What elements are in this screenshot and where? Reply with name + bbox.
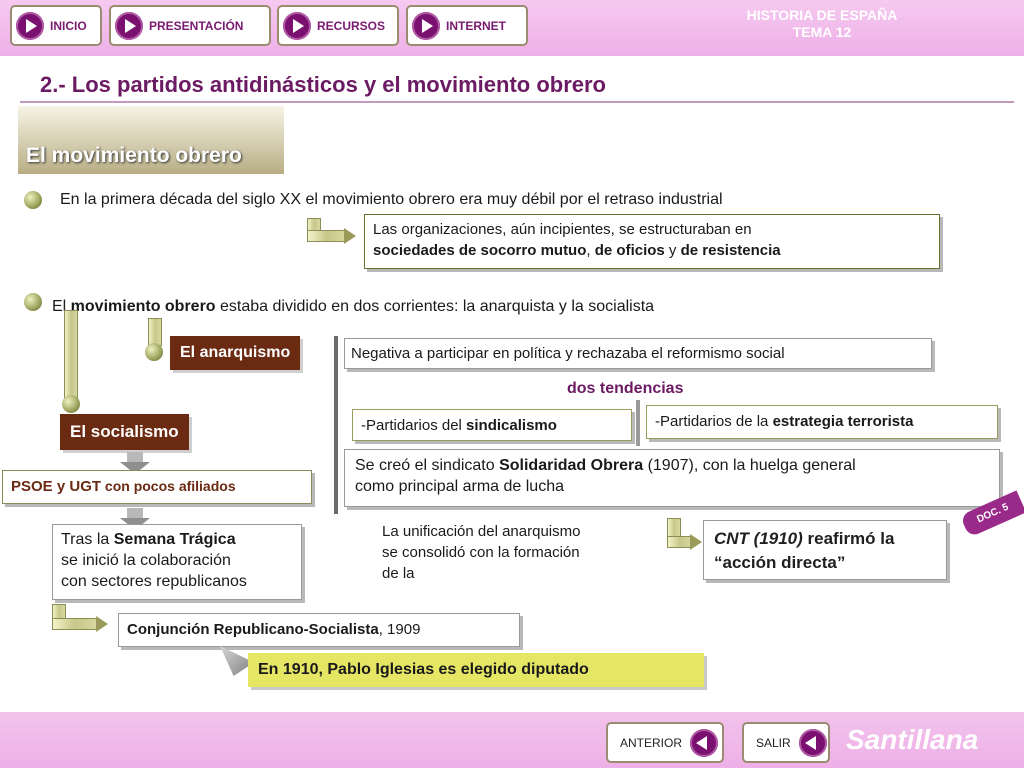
semana-tragica-text: Tras la Semana Trágica se inició la cola…	[61, 529, 293, 592]
nav-internet-label: INTERNET	[446, 18, 506, 33]
header-title: HISTORIA DE ESPAÑA TEMA 12	[722, 7, 922, 41]
conjuncion-box: Conjunción Republicano-Socialista, 1909	[118, 613, 520, 647]
conjuncion-year: , 1909	[378, 621, 421, 638]
cnt-c: “acción directa”	[714, 553, 846, 572]
anarquismo-label: El anarquismo	[170, 336, 301, 370]
nav-recursos-button[interactable]: RECURSOS	[277, 5, 399, 46]
st-term: Semana Trágica	[113, 531, 236, 548]
connector-icon	[52, 618, 98, 630]
point-2-b: movimiento obrero	[70, 298, 216, 315]
semana-tragica-box: Tras la Semana Trágica se inició la cola…	[52, 524, 302, 600]
unificacion-line3: de la	[382, 565, 415, 582]
connector-icon	[148, 318, 162, 346]
header-topic: TEMA 12	[792, 24, 852, 40]
conjuncion-text: Conjunción Republicano-Socialista, 1909	[127, 619, 511, 640]
nav-inicio-button[interactable]: INICIO	[10, 5, 102, 46]
so-a: Se creó el sindicato	[355, 457, 500, 474]
bullet-icon	[24, 293, 42, 311]
bullet-icon	[145, 343, 163, 361]
so-b: Solidaridad Obrera	[499, 457, 644, 474]
organizations-box: Las organizaciones, aún incipientes, se …	[364, 214, 940, 269]
connector-icon	[64, 310, 78, 400]
section-title: El movimiento obrero	[26, 144, 242, 167]
cnt-text: CNT (1910) reafirmó la “acción directa”	[714, 527, 936, 575]
nav-presentacion-label: PRESENTACIÓN	[149, 18, 244, 33]
conjuncion-name: Conjunción Republicano-Socialista	[127, 621, 379, 638]
play-icon	[283, 11, 311, 40]
salir-button[interactable]: SALIR	[742, 722, 830, 763]
separator: ,	[586, 242, 595, 259]
connector-icon	[307, 230, 347, 242]
unificacion-line2: se consolidó con la formación	[382, 544, 580, 561]
publisher-logo: Santillana	[846, 724, 979, 755]
nav-presentacion-button[interactable]: PRESENTACIÓN	[109, 5, 271, 46]
anarquismo-description-box: Negativa a participar en política y rech…	[344, 338, 932, 369]
tendencia-1-prefix: -Partidarios del	[361, 417, 467, 434]
bullet-icon	[62, 395, 80, 413]
cnt-name: CNT (1910)	[714, 529, 803, 548]
cnt-b: reafirmó la	[802, 529, 895, 548]
iglesias-box: En 1910, Pablo Iglesias es elegido diput…	[248, 653, 704, 687]
vertical-divider	[334, 336, 338, 514]
tendencia-terrorista-box: -Partidarios de la estrategia terrorista	[646, 405, 998, 439]
so-d: como principal arma de lucha	[355, 478, 564, 495]
tendencia-sindicalismo: -Partidarios del sindicalismo	[361, 415, 623, 436]
term-resistencia: de resistencia	[680, 242, 781, 259]
unificacion-line1: La unificación del anarquismo	[382, 523, 581, 540]
socialismo-label: El socialismo	[60, 414, 189, 450]
separator: y	[664, 242, 681, 259]
tendencias-label: dos tendencias	[567, 380, 684, 397]
nav-inicio-label: INICIO	[50, 18, 87, 33]
point-2-c: estaba dividido en dos corrientes: la an…	[215, 298, 655, 315]
tendencia-2-term: estrategia terrorista	[772, 413, 914, 430]
play-icon	[115, 11, 143, 40]
cnt-box: CNT (1910) reafirmó la “acción directa”	[703, 520, 947, 580]
unificacion-text: La unificación del anarquismo se consoli…	[382, 521, 580, 584]
point-1-text: En la primera década del siglo XX el mov…	[60, 191, 723, 208]
anterior-button[interactable]: ANTERIOR	[606, 722, 724, 763]
arrow-right-icon	[690, 534, 702, 550]
title-divider	[20, 101, 1014, 103]
back-arrow-icon	[690, 728, 719, 757]
arrow-right-icon	[344, 228, 356, 244]
page-title: 2.- Los partidos antidinásticos y el mov…	[40, 72, 606, 97]
tendencia-1-term: sindicalismo	[466, 417, 557, 434]
play-icon	[412, 11, 440, 40]
iglesias-text: En 1910, Pablo Iglesias es elegido diput…	[258, 661, 589, 678]
st-prefix: Tras la	[61, 531, 114, 548]
tendencia-terrorista: -Partidarios de la estrategia terrorista	[655, 411, 989, 432]
st-line3: con sectores republicanos	[61, 573, 247, 590]
psoe-ugt-text: PSOE y UGT con pocos afiliados	[11, 476, 303, 497]
term-socorro-mutuo: sociedades de socorro mutuo	[373, 242, 587, 259]
psoe-name: PSOE y UGT	[11, 478, 102, 495]
solidaridad-obrera-text: Se creó el sindicato Solidaridad Obrera …	[355, 455, 989, 497]
psoe-ugt-box: PSOE y UGT con pocos afiliados	[2, 470, 312, 504]
anterior-label: ANTERIOR	[620, 735, 683, 750]
nav-recursos-label: RECURSOS	[317, 18, 386, 33]
tendencia-2-prefix: -Partidarios de la	[655, 413, 773, 430]
organizations-line1: Las organizaciones, aún incipientes, se …	[373, 221, 752, 238]
point-2-text: El movimiento obrero estaba dividido en …	[52, 296, 654, 317]
anarquismo-description: Negativa a participar en política y rech…	[351, 345, 785, 362]
psoe-note: con pocos afiliados	[101, 478, 236, 494]
vertical-divider	[636, 400, 640, 446]
bullet-icon	[24, 191, 42, 209]
arrow-right-icon	[96, 616, 108, 632]
salir-label: SALIR	[756, 735, 791, 750]
solidaridad-obrera-box: Se creó el sindicato Solidaridad Obrera …	[344, 449, 1000, 507]
play-icon	[16, 11, 44, 40]
organizations-text: Las organizaciones, aún incipientes, se …	[373, 219, 931, 261]
so-c: (1907), con la huelga general	[643, 457, 856, 474]
nav-internet-button[interactable]: INTERNET	[406, 5, 528, 46]
back-arrow-icon	[798, 728, 827, 757]
st-line2: se inició la colaboración	[61, 552, 231, 569]
term-oficios: de oficios	[594, 242, 665, 259]
tendencia-sindicalismo-box: -Partidarios del sindicalismo	[352, 409, 632, 441]
header-subject: HISTORIA DE ESPAÑA	[746, 7, 898, 23]
